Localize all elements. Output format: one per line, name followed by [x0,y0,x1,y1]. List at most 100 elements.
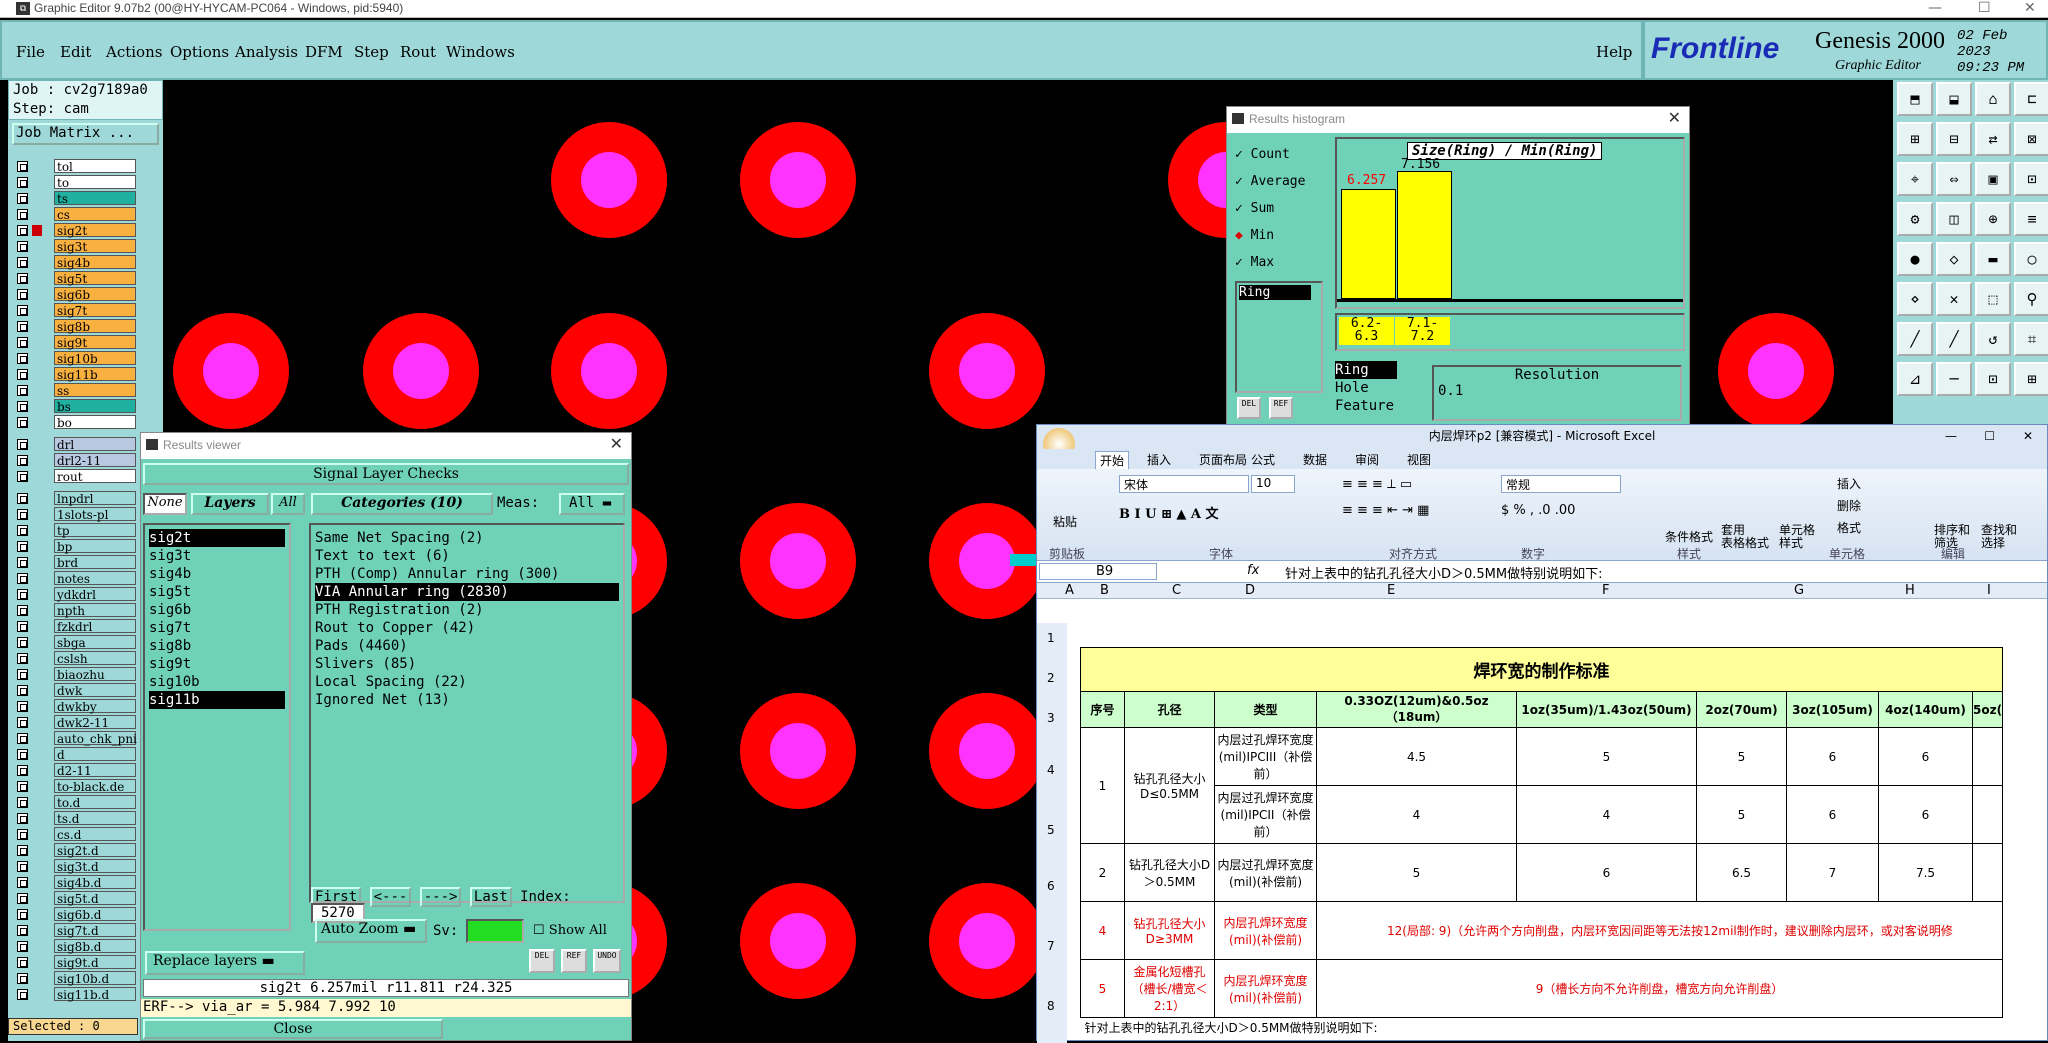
layer-row-sig5t.d[interactable]: sig5t.d [12,891,136,906]
layer-row-bs[interactable]: bs [12,399,136,414]
number-buttons[interactable]: $ % , .0 .00 [1501,503,1575,518]
layer-name[interactable]: sbga [54,635,136,650]
undo-button[interactable]: UNDO [593,949,621,973]
layer-checkbox[interactable] [17,353,28,364]
tool-icon[interactable]: ⌖ [1897,162,1933,196]
layer-row-drl[interactable]: drl [12,437,136,452]
row-header[interactable]: 2 [1047,671,1055,685]
rv-category-item[interactable]: Rout to Copper (42) [315,619,619,637]
menu-options[interactable]: Options [170,43,229,61]
histogram-close-icon[interactable]: ✕ [1668,107,1681,131]
tool-icon[interactable]: ╱ [1936,322,1972,356]
insert-button[interactable]: 插入 [1837,473,1861,495]
layer-checkbox[interactable] [17,439,28,450]
ribbon-tab[interactable]: 审阅 [1355,451,1379,468]
layer-row-sig4b.d[interactable]: sig4b.d [12,875,136,890]
layer-name[interactable]: d2-11 [54,763,136,778]
menu-windows[interactable]: Windows [446,43,515,61]
rv-category-item[interactable]: Slivers (85) [315,655,619,673]
layer-checkbox[interactable] [17,337,28,348]
ribbon-tab[interactable]: 页面布局 [1199,451,1247,468]
layer-row-sig8b.d[interactable]: sig8b.d [12,939,136,954]
menu-actions[interactable]: Actions [106,43,162,61]
ribbon-tab[interactable]: 插入 [1147,451,1171,468]
histogram-option-min[interactable]: ◆ Min [1235,222,1323,249]
layer-checkbox[interactable] [17,733,28,744]
layer-checkbox[interactable] [17,471,28,482]
layer-name[interactable]: to.d [54,795,136,810]
layer-name[interactable]: sig11b [54,367,136,382]
rv-layer-item[interactable]: sig11b [149,691,285,709]
layer-checkbox[interactable] [17,369,28,380]
via-pad[interactable] [551,122,667,238]
close-button[interactable]: ✕ [2024,0,2036,16]
next-button[interactable]: ---> [419,887,462,907]
tool-icon[interactable]: ⋄ [1897,282,1933,316]
header-cell[interactable]: 3oz(105um) [1786,691,1879,728]
prev-button[interactable]: <--- [369,887,412,907]
ref-button[interactable]: REF [561,949,587,973]
layer-checkbox[interactable] [17,385,28,396]
layer-name[interactable]: sig8b.d [54,939,136,954]
delete-button[interactable]: 删除 [1837,495,1861,517]
via-pad[interactable] [740,883,856,999]
bar-2[interactable] [1397,171,1452,299]
layer-row-sig3t.d[interactable]: sig3t.d [12,859,136,874]
tool-icon[interactable]: ○ [2014,242,2048,276]
layer-row-drl2-11[interactable]: drl2-11 [12,453,136,468]
row-header[interactable]: 6 [1047,879,1055,893]
tool-icon[interactable]: ⊡ [1975,362,2011,396]
header-cell[interactable]: 1oz(35um)/1.43oz(50um) [1516,691,1697,728]
tool-icon[interactable]: ─ [1936,362,1972,396]
tool-icon[interactable]: ⊏ [2014,82,2048,116]
layer-checkbox[interactable] [17,589,28,600]
column-header[interactable]: A [1065,583,1074,598]
layer-row-ydkdrl[interactable]: ydkdrl [12,587,136,602]
del-button[interactable]: DEL [529,949,555,973]
maximize-button[interactable]: ☐ [1978,0,1991,16]
layer-checkbox[interactable] [17,797,28,808]
rv-category-item[interactable]: VIA Annular ring (2830) [315,583,619,601]
column-header[interactable]: I [1987,583,1991,598]
via-pad[interactable] [740,503,856,619]
all-button[interactable]: All [271,493,305,515]
via-pad[interactable] [929,313,1045,429]
rv-layer-item[interactable]: sig8b [149,637,285,655]
layer-row-rout[interactable]: rout [12,469,136,484]
layer-name[interactable]: auto_chk_pni [54,731,137,746]
layer-checkbox[interactable] [17,241,28,252]
layer-checkbox[interactable] [17,893,28,904]
fx-icon[interactable]: fx [1247,563,1259,578]
header-cell[interactable]: 4oz(140um) [1878,691,1973,728]
none-button[interactable]: None [143,493,187,515]
row-header[interactable]: 8 [1047,999,1055,1013]
header-cell[interactable]: 5oz( [1971,691,2004,728]
layer-checkbox[interactable] [17,621,28,632]
layer-row-ts[interactable]: ts [12,191,136,206]
layer-checkbox[interactable] [17,209,28,220]
layer-row-sbga[interactable]: sbga [12,635,136,650]
layer-name[interactable]: bo [54,415,136,430]
layer-checkbox[interactable] [17,289,28,300]
layer-checkbox[interactable] [17,573,28,584]
rv-layer-item[interactable]: sig7t [149,619,285,637]
layer-checkbox[interactable] [17,637,28,648]
tool-icon[interactable]: ⊞ [1897,122,1933,156]
layer-name[interactable]: bs [54,399,136,414]
layer-name[interactable]: to [54,175,136,190]
layer-row-ss[interactable]: ss [12,383,136,398]
measure-hole[interactable]: Hole [1335,379,1415,397]
layer-row-d[interactable]: d [12,747,136,762]
via-pad[interactable] [929,883,1045,999]
layer-checkbox[interactable] [17,193,28,204]
histo-ref-button[interactable]: REF [1269,397,1293,419]
layer-name[interactable]: npth [54,603,136,618]
layer-name[interactable]: sig2t.d [54,843,136,858]
layer-name[interactable]: sig11b.d [54,987,136,1002]
layer-checkbox[interactable] [17,669,28,680]
results-viewer-close-icon[interactable]: ✕ [610,433,623,457]
sv-color-dropdown[interactable] [466,919,524,943]
resolution-value[interactable]: 0.1 [1434,383,1680,399]
layer-name[interactable]: sig6b [54,287,136,302]
layer-name[interactable]: dwk [54,683,136,698]
